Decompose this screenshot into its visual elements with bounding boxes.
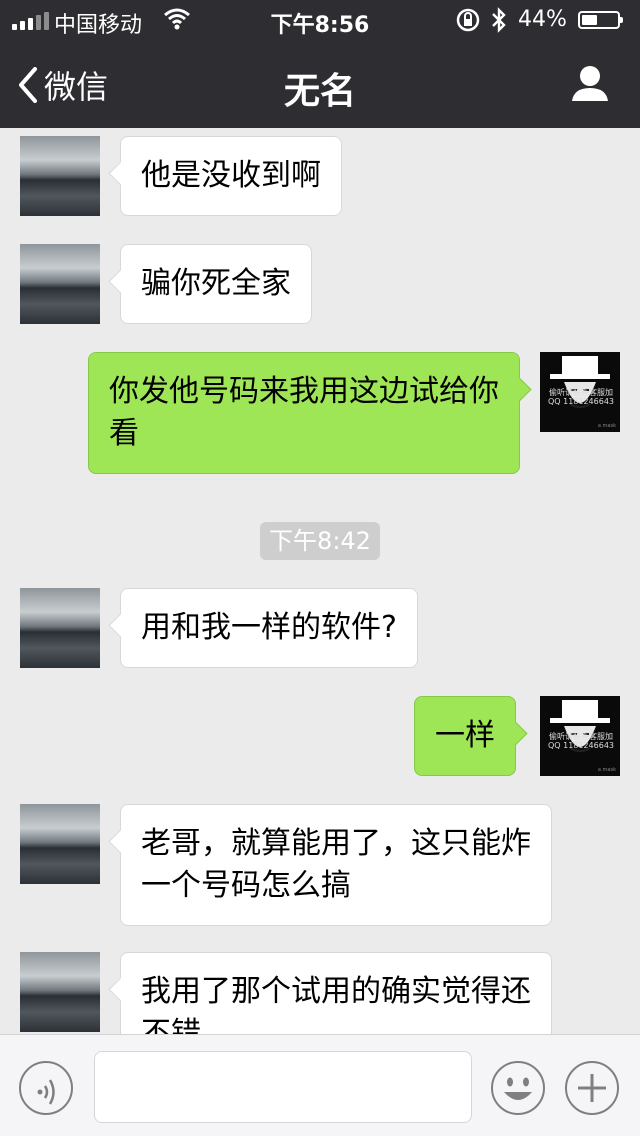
message-bubble[interactable]: 用和我一样的软件? [120, 588, 418, 668]
contact-avatar[interactable] [20, 244, 100, 324]
time-stamp: 下午8:42 [260, 522, 380, 560]
self-avatar-text: 偷听请联系客服加QQ 1181246643 [547, 732, 615, 750]
contact-avatar[interactable] [20, 136, 100, 216]
contact-avatar[interactable] [20, 804, 100, 884]
contact-avatar[interactable] [20, 952, 100, 1032]
message-bubble[interactable]: 我用了那个试用的确实觉得还不错 [120, 952, 552, 1034]
message-bubble[interactable]: 一样 [414, 696, 516, 776]
self-avatar[interactable]: 偷听请联系客服加QQ 1181246643 a mask [540, 352, 620, 432]
chat-title: 无名 [283, 71, 356, 112]
orientation-lock-icon [455, 7, 481, 39]
emoji-icon[interactable] [490, 1060, 546, 1120]
input-bar [0, 1034, 640, 1136]
chat-area[interactable]: 他是没收到啊 骗你死全家 你发他号码来我用这边试给你看 偷听请联系客服加QQ 1… [0, 128, 640, 1034]
battery-fill [582, 15, 597, 25]
message-bubble[interactable]: 他是没收到啊 [120, 136, 342, 216]
contact-avatar[interactable] [20, 588, 100, 668]
voice-icon[interactable] [18, 1060, 74, 1120]
nav-bar: 微信 无名 [0, 40, 640, 128]
plus-icon[interactable] [564, 1060, 620, 1120]
status-bar: 中国移动 下午8:56 44% [0, 0, 640, 40]
self-avatar-caption: a mask [597, 423, 616, 429]
message-bubble[interactable]: 你发他号码来我用这边试给你看 [88, 352, 520, 474]
message-bubble[interactable]: 骗你死全家 [120, 244, 312, 324]
battery-percent: 44% [518, 7, 567, 32]
message-bubble[interactable]: 老哥，就算能用了，这只能炸一个号码怎么搞 [120, 804, 552, 926]
self-avatar[interactable]: 偷听请联系客服加QQ 1181246643 a mask [540, 696, 620, 776]
person-icon[interactable] [570, 64, 610, 106]
battery-icon [578, 11, 623, 29]
self-avatar-caption: a mask [597, 767, 616, 773]
self-avatar-text: 偷听请联系客服加QQ 1181246643 [547, 388, 615, 406]
bluetooth-icon [490, 6, 508, 40]
message-input[interactable] [94, 1051, 472, 1123]
